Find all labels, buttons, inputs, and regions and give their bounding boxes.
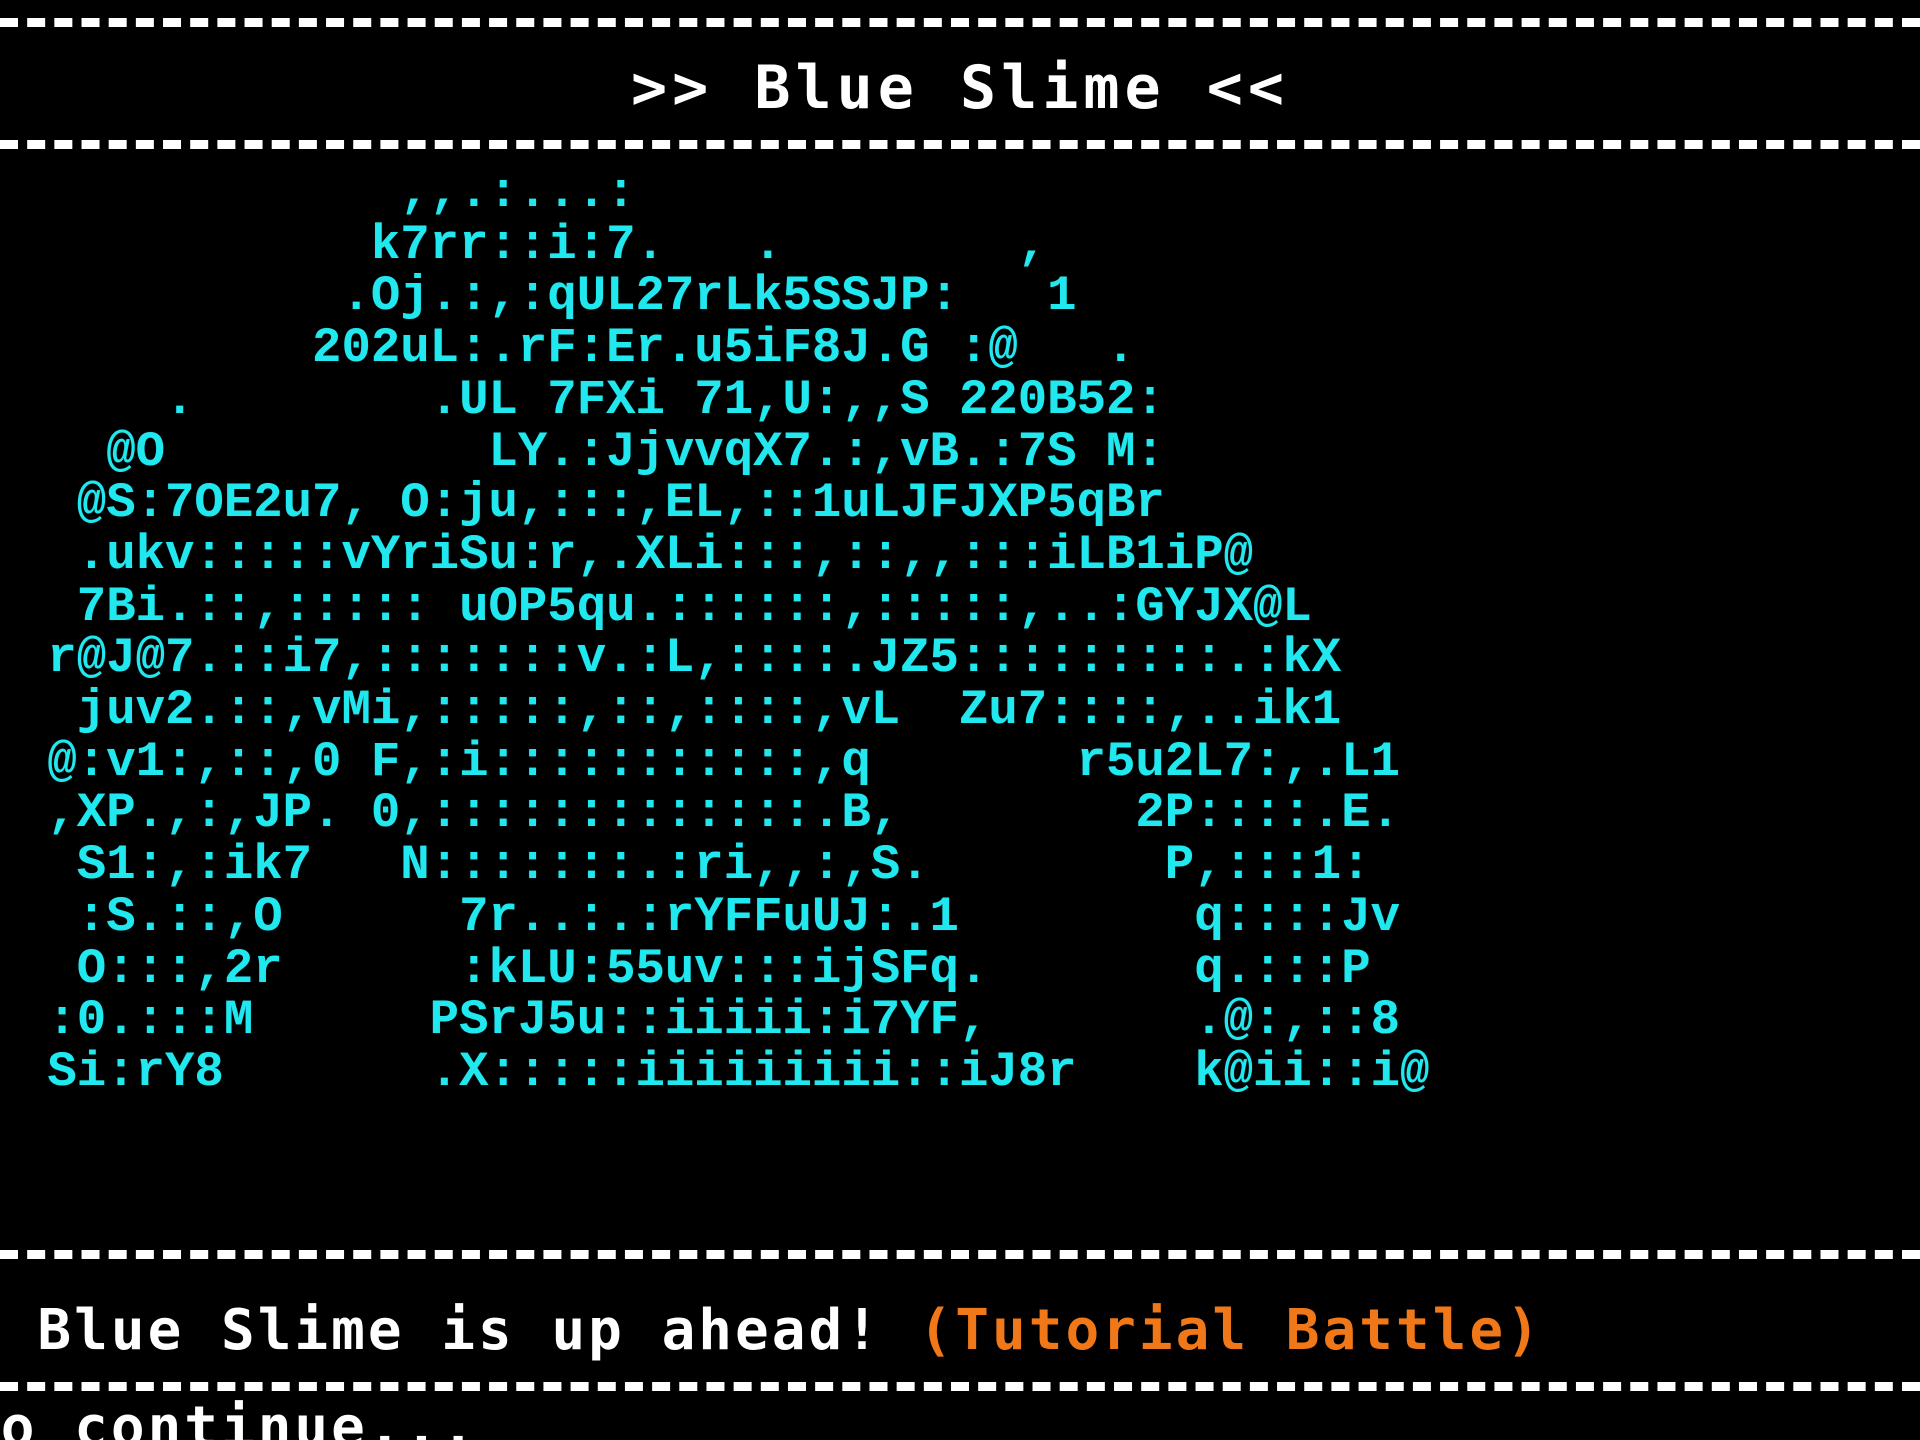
title-banner: >> Blue Slime <<: [0, 42, 1920, 134]
status-message-bar: y Blue Slime is up ahead! (Tutorial Batt…: [0, 1288, 1920, 1374]
continue-prompt[interactable]: to continue...: [0, 1400, 478, 1440]
top-divider: [0, 18, 1920, 27]
battle-type-badge: (Tutorial Battle): [918, 1298, 1543, 1363]
terminal-screen: >> Blue Slime << ,,.:...: k7rr::i:7. . ,…: [0, 0, 1920, 1440]
message-divider: [0, 1382, 1920, 1391]
slime-ascii-art: ,,.:...: k7rr::i:7. . , .Oj.:,:qUL27rLk5…: [47, 165, 1430, 1100]
page-title: >> Blue Slime <<: [631, 53, 1289, 123]
status-message: y Blue Slime is up ahead!: [0, 1298, 919, 1363]
continue-prompt-bar[interactable]: to continue...: [0, 1400, 1920, 1440]
title-divider: [0, 140, 1920, 149]
ascii-art-panel: ,,.:...: k7rr::i:7. . , .Oj.:,:qUL27rLk5…: [0, 165, 1920, 1240]
art-divider: [0, 1250, 1920, 1259]
